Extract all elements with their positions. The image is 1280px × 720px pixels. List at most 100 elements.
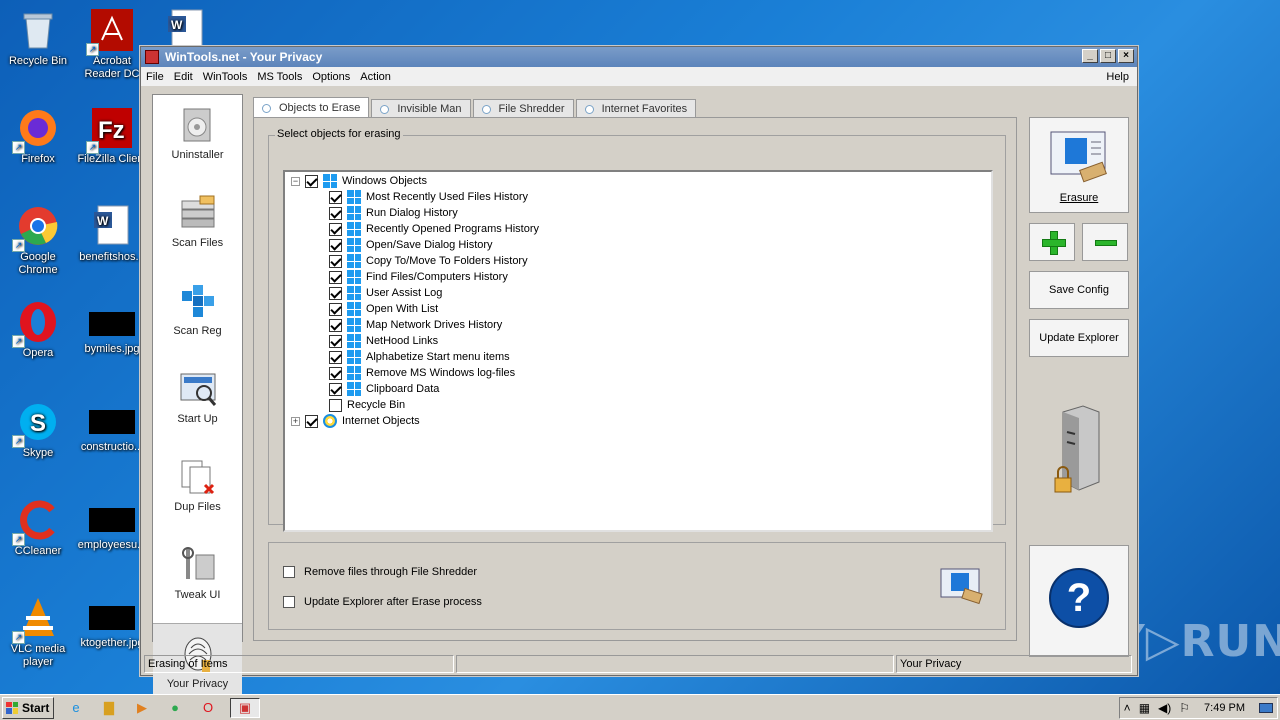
windows-logo-icon	[347, 334, 361, 348]
desktop-icon-filezilla[interactable]: Fz ↗ FileZilla Client	[74, 106, 150, 166]
tree-checkbox[interactable]	[329, 318, 342, 332]
show-desktop-icon[interactable]	[1259, 702, 1273, 713]
tray-network-icon[interactable]: ▦	[1139, 701, 1150, 715]
tree-checkbox[interactable]	[329, 302, 342, 316]
sidebar-item-scan-files[interactable]: Scan Files	[153, 193, 242, 271]
sidebar-item-dup-files[interactable]: Dup Files	[153, 457, 242, 535]
sidebar-item-scan-reg[interactable]: Scan Reg	[153, 281, 242, 359]
save-config-button[interactable]: Save Config	[1029, 271, 1129, 309]
tree-checkbox[interactable]	[329, 382, 342, 396]
tree-item[interactable]: Copy To/Move To Folders History	[329, 253, 528, 269]
tree-checkbox[interactable]	[329, 222, 342, 236]
tray-flag-icon[interactable]: ⚐	[1179, 701, 1190, 715]
menu-edit[interactable]: Edit	[169, 71, 198, 83]
option-update-explorer[interactable]: Update Explorer after Erase process	[283, 596, 482, 608]
tree-checkbox[interactable]	[329, 270, 342, 284]
collapse-icon[interactable]: −	[291, 176, 300, 186]
tree-item[interactable]: Recycle Bin	[329, 397, 405, 413]
tree-item[interactable]: User Assist Log	[329, 285, 442, 301]
tree-checkbox[interactable]	[305, 414, 318, 428]
tree-item[interactable]: Alphabetize Start menu items	[329, 349, 510, 365]
desktop-icon-acrobat[interactable]: ↗ Acrobat Reader DC	[74, 8, 150, 81]
tab-file-shredder[interactable]: File Shredder	[472, 99, 574, 118]
menu-file[interactable]: File	[141, 71, 169, 83]
remove-button[interactable]	[1082, 223, 1129, 261]
option-checkbox[interactable]	[283, 596, 295, 608]
start-button[interactable]: Start	[2, 696, 54, 719]
tree-item[interactable]: Run Dialog History	[329, 205, 458, 221]
tree-item[interactable]: Clipboard Data	[329, 381, 439, 397]
tree-checkbox[interactable]	[329, 206, 342, 220]
tree-item[interactable]: Recently Opened Programs History	[329, 221, 539, 237]
taskbar-explorer-icon[interactable]: ▇	[98, 698, 120, 718]
menu-wintools[interactable]: WinTools	[198, 71, 253, 83]
minimize-button[interactable]: _	[1082, 49, 1098, 63]
tree-checkbox[interactable]	[329, 366, 342, 380]
tree-item[interactable]: NetHood Links	[329, 333, 438, 349]
tree-item[interactable]: Open/Save Dialog History	[329, 237, 493, 253]
tab-invisible-man[interactable]: Invisible Man	[371, 99, 471, 118]
tree-checkbox[interactable]	[329, 334, 342, 348]
help-button[interactable]: ?	[1029, 545, 1129, 657]
tree-item[interactable]: Open With List	[329, 301, 438, 317]
option-checkbox[interactable]	[283, 566, 295, 578]
sidebar-item-tweak-ui[interactable]: Tweak UI	[153, 545, 242, 623]
tray-clock[interactable]: 7:49 PM	[1204, 702, 1245, 714]
tree-checkbox[interactable]	[329, 254, 342, 268]
windows-logo-icon	[347, 270, 361, 284]
tab-objects-to-erase[interactable]: Objects to Erase	[253, 97, 370, 118]
expand-icon[interactable]: +	[291, 416, 300, 426]
tree-node-windows-objects[interactable]: − Windows Objects	[291, 173, 427, 189]
tree-item[interactable]: Remove MS Windows log-files	[329, 365, 515, 381]
desktop-icon-ktogether[interactable]: ktogether.jpg	[74, 594, 150, 650]
sidebar-item-uninstaller[interactable]: Uninstaller	[153, 105, 242, 183]
windows-logo-icon	[347, 382, 361, 396]
windows-logo-icon	[347, 366, 361, 380]
tree-checkbox[interactable]	[305, 174, 318, 188]
erasure-button[interactable]: Erasure	[1029, 117, 1129, 213]
menu-options[interactable]: Options	[307, 71, 355, 83]
maximize-button[interactable]: □	[1100, 49, 1116, 63]
desktop-icon-ccleaner[interactable]: ↗ CCleaner	[0, 498, 76, 558]
desktop-icon-bymiles[interactable]: bymiles.jpg	[74, 300, 150, 356]
desktop-icon-skype[interactable]: S ↗ Skype	[0, 400, 76, 460]
update-explorer-button[interactable]: Update Explorer	[1029, 319, 1129, 357]
tree-checkbox[interactable]	[329, 398, 342, 412]
add-button[interactable]	[1029, 223, 1075, 261]
desktop-icon-opera[interactable]: ↗ Opera	[0, 300, 76, 360]
taskbar-opera-icon[interactable]: O	[197, 698, 219, 718]
tree-checkbox[interactable]	[329, 238, 342, 252]
objects-tree[interactable]: − Windows Objects Most Recently Used Fil…	[283, 170, 993, 532]
desktop-icon-construction[interactable]: constructio...	[74, 398, 150, 454]
option-file-shredder[interactable]: Remove files through File Shredder	[283, 566, 477, 578]
tree-checkbox[interactable]	[329, 350, 342, 364]
tree-node-internet-objects[interactable]: + Internet Objects	[291, 413, 420, 429]
desktop-icon-firefox[interactable]: ↗ Firefox	[0, 106, 76, 166]
tray-volume-icon[interactable]: ◀)	[1158, 701, 1171, 715]
menu-action[interactable]: Action	[355, 71, 396, 83]
tree-item[interactable]: Most Recently Used Files History	[329, 189, 528, 205]
wintools-window: WinTools.net - Your Privacy _ □ × File E…	[140, 46, 1138, 701]
desktop-icon-employees[interactable]: employeesu...	[74, 496, 150, 552]
menu-ms-tools[interactable]: MS Tools	[252, 71, 307, 83]
taskbar-ie-icon[interactable]: e	[65, 698, 87, 718]
tree-item[interactable]: Find Files/Computers History	[329, 269, 508, 285]
desktop-icon-vlc[interactable]: ↗ VLC media player	[0, 596, 76, 669]
taskbar-wintools-icon[interactable]: ▣	[230, 697, 260, 718]
sidebar-item-start-up[interactable]: Start Up	[153, 369, 242, 447]
close-button[interactable]: ×	[1118, 49, 1134, 63]
objects-to-erase-panel: Select objects for erasing − Windows Obj…	[253, 117, 1017, 641]
tree-checkbox[interactable]	[329, 190, 342, 204]
window-titlebar[interactable]: WinTools.net - Your Privacy _ □ ×	[141, 47, 1137, 67]
tree-item[interactable]: Map Network Drives History	[329, 317, 502, 333]
tray-expand-icon[interactable]: ˄	[1124, 701, 1131, 715]
tree-checkbox[interactable]	[329, 286, 342, 300]
desktop-icon-recycle-bin[interactable]: Recycle Bin	[0, 8, 76, 68]
svg-text:W: W	[171, 18, 183, 32]
taskbar-media-player-icon[interactable]: ▶	[131, 698, 153, 718]
desktop-icon-chrome[interactable]: ↗ Google Chrome	[0, 204, 76, 277]
tab-internet-favorites[interactable]: Internet Favorites	[575, 99, 697, 118]
taskbar-chrome-icon[interactable]: ●	[164, 698, 186, 718]
desktop-icon-benefits[interactable]: W benefitshos...	[74, 204, 150, 264]
menu-help[interactable]: Help	[1101, 71, 1137, 83]
